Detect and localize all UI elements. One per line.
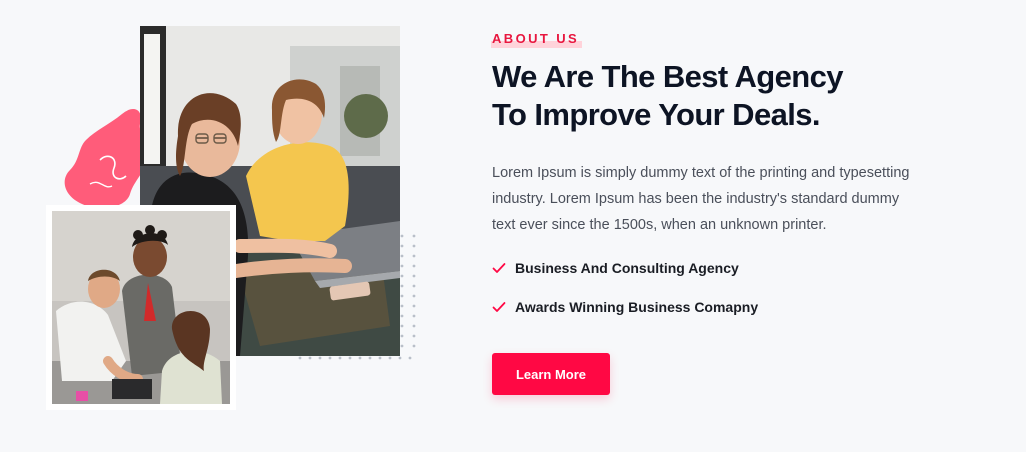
description-line: text ever since the 1500s, when an unkno… [492, 217, 827, 233]
about-section: ABOUT US We Are The Best Agency To Impro… [0, 0, 1026, 452]
check-icon [492, 302, 506, 312]
headline-line-2: To Improve Your Deals. [492, 97, 821, 132]
learn-more-button[interactable]: Learn More [492, 353, 610, 395]
description-line: Lorem Ipsum is simply dummy text of the … [492, 165, 910, 181]
section-eyebrow: ABOUT US [491, 31, 583, 48]
meeting-scene-illustration [52, 211, 230, 404]
feature-item: Business And Consulting Agency [492, 258, 758, 278]
feature-label: Awards Winning Business Comapny [515, 299, 759, 315]
description-line: industry. Lorem Ipsum has been the indus… [492, 191, 900, 207]
feature-item: Awards Winning Business Comapny [492, 297, 758, 317]
section-description: Lorem Ipsum is simply dummy text of the … [492, 160, 922, 238]
feature-list: Business And Consulting Agency Awards Wi… [492, 258, 758, 336]
section-headline: We Are The Best Agency To Improve Your D… [492, 58, 912, 134]
feature-label: Business And Consulting Agency [515, 260, 739, 276]
headline-line-1: We Are The Best Agency [492, 59, 843, 94]
check-icon [492, 263, 506, 273]
eyebrow-label: ABOUT US [492, 31, 580, 46]
team-photo-secondary [46, 205, 236, 410]
